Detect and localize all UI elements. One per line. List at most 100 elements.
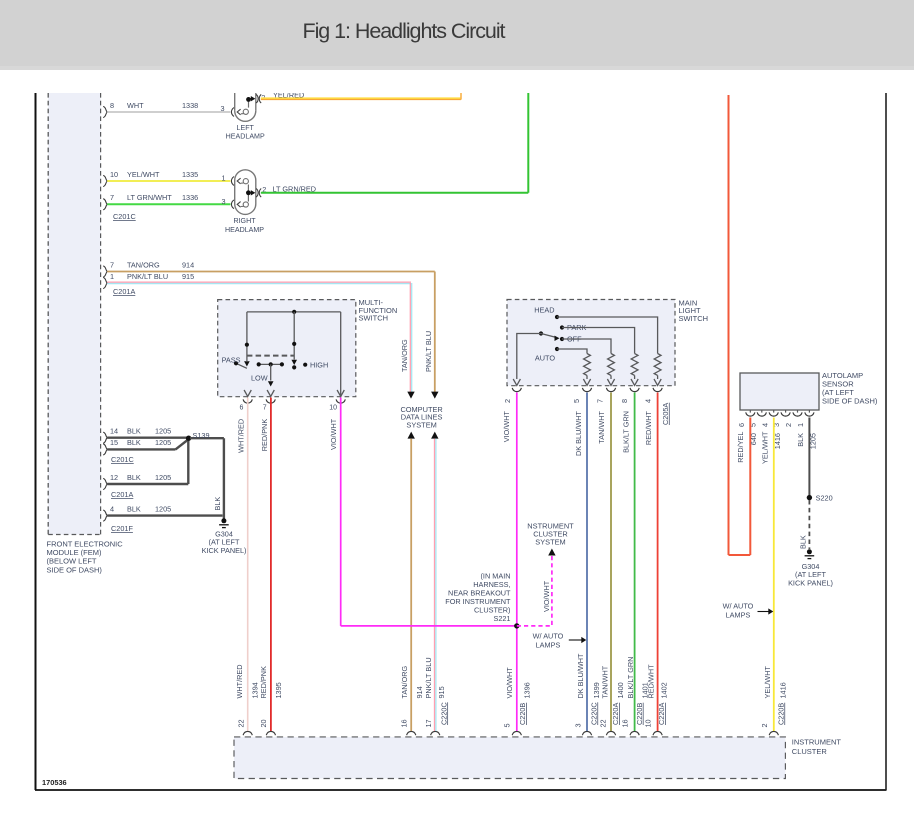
svg-text:1205: 1205 bbox=[155, 427, 171, 436]
svg-text:2: 2 bbox=[503, 399, 512, 403]
svg-text:TAN/WHT: TAN/WHT bbox=[601, 665, 610, 698]
svg-text:SYSTEM: SYSTEM bbox=[406, 421, 436, 430]
svg-text:22: 22 bbox=[237, 719, 246, 727]
svg-text:914: 914 bbox=[415, 686, 424, 698]
svg-text:BLK: BLK bbox=[127, 473, 141, 482]
svg-text:BLK: BLK bbox=[127, 427, 141, 436]
svg-text:HEADLAMP: HEADLAMP bbox=[226, 133, 265, 141]
svg-text:KICK PANEL): KICK PANEL) bbox=[788, 578, 833, 587]
svg-text:1: 1 bbox=[110, 272, 114, 281]
svg-text:C220C: C220C bbox=[589, 702, 598, 725]
svg-text:TAN/ORG: TAN/ORG bbox=[400, 665, 409, 698]
svg-text:BLK/LT GRN: BLK/LT GRN bbox=[621, 411, 630, 453]
svg-text:WHT/RED: WHT/RED bbox=[237, 419, 246, 453]
svg-text:1395: 1395 bbox=[274, 682, 283, 698]
svg-text:SYSTEM: SYSTEM bbox=[535, 538, 565, 547]
svg-text:640: 640 bbox=[749, 433, 758, 445]
svg-text:1338: 1338 bbox=[182, 101, 198, 110]
svg-text:S139: S139 bbox=[193, 431, 210, 440]
svg-text:HEADLAMP: HEADLAMP bbox=[225, 226, 264, 234]
svg-text:170536: 170536 bbox=[42, 778, 67, 787]
svg-text:VIO/WHT: VIO/WHT bbox=[329, 418, 338, 450]
svg-text:BLK: BLK bbox=[127, 504, 141, 513]
svg-text:WHT/RED: WHT/RED bbox=[235, 664, 244, 698]
svg-text:BLK: BLK bbox=[213, 497, 222, 511]
svg-text:DK BLU/WHT: DK BLU/WHT bbox=[574, 410, 583, 456]
svg-text:S221: S221 bbox=[493, 614, 510, 623]
svg-text:C220A: C220A bbox=[657, 703, 666, 725]
svg-text:1400: 1400 bbox=[616, 682, 625, 698]
svg-text:VIO/WHT: VIO/WHT bbox=[505, 667, 514, 699]
svg-text:TAN/ORG: TAN/ORG bbox=[400, 339, 409, 372]
svg-text:C201A: C201A bbox=[113, 287, 135, 296]
svg-text:SWITCH: SWITCH bbox=[359, 314, 389, 323]
svg-text:1205: 1205 bbox=[155, 473, 171, 482]
svg-text:C201F: C201F bbox=[111, 524, 133, 533]
svg-text:1416: 1416 bbox=[779, 682, 788, 698]
svg-text:VIO/WHT: VIO/WHT bbox=[502, 410, 511, 442]
svg-text:4: 4 bbox=[644, 399, 653, 403]
svg-text:914: 914 bbox=[182, 260, 194, 269]
svg-text:LAMPS: LAMPS bbox=[536, 641, 561, 650]
svg-text:5: 5 bbox=[572, 399, 581, 403]
svg-text:SIDE OF DASH): SIDE OF DASH) bbox=[822, 397, 878, 406]
svg-text:1402: 1402 bbox=[660, 682, 669, 698]
svg-text:12: 12 bbox=[110, 473, 118, 482]
svg-text:C220B: C220B bbox=[635, 703, 644, 725]
svg-text:SWITCH: SWITCH bbox=[679, 314, 709, 323]
svg-text:PNK/LT BLU: PNK/LT BLU bbox=[424, 657, 433, 698]
svg-text:14: 14 bbox=[110, 427, 118, 436]
svg-text:PNK/LT BLU: PNK/LT BLU bbox=[424, 331, 433, 372]
svg-text:4: 4 bbox=[760, 423, 769, 427]
svg-text:16: 16 bbox=[621, 719, 630, 727]
svg-text:1: 1 bbox=[221, 174, 225, 183]
svg-text:1: 1 bbox=[796, 423, 805, 427]
svg-text:BLK/LT GRN: BLK/LT GRN bbox=[626, 657, 635, 699]
svg-text:3: 3 bbox=[221, 197, 225, 206]
svg-text:8: 8 bbox=[620, 399, 629, 403]
svg-text:C220A: C220A bbox=[611, 703, 620, 725]
svg-text:20: 20 bbox=[259, 719, 268, 727]
svg-text:CLUSTER: CLUSTER bbox=[792, 747, 828, 756]
svg-text:W/ AUTO: W/ AUTO bbox=[533, 632, 564, 641]
svg-text:C220B: C220B bbox=[518, 703, 527, 725]
svg-text:AUTO: AUTO bbox=[535, 354, 555, 363]
svg-text:3: 3 bbox=[574, 723, 583, 727]
svg-text:1396: 1396 bbox=[523, 682, 532, 698]
svg-text:7: 7 bbox=[595, 399, 604, 403]
svg-text:RED/WHT: RED/WHT bbox=[644, 410, 653, 445]
svg-text:10: 10 bbox=[644, 719, 653, 727]
svg-text:1205: 1205 bbox=[155, 504, 171, 513]
svg-text:YEL/WHT: YEL/WHT bbox=[761, 431, 770, 464]
svg-text:1416: 1416 bbox=[773, 433, 782, 449]
svg-text:BLK: BLK bbox=[799, 535, 808, 549]
svg-text:C201C: C201C bbox=[113, 212, 136, 221]
svg-text:TAN/ORG: TAN/ORG bbox=[127, 260, 160, 269]
svg-text:1205: 1205 bbox=[808, 433, 817, 449]
svg-text:HEAD: HEAD bbox=[534, 306, 554, 315]
svg-text:RED/YEL: RED/YEL bbox=[736, 432, 745, 463]
svg-text:7: 7 bbox=[110, 260, 114, 269]
svg-text:RED/PNK: RED/PNK bbox=[259, 666, 268, 699]
svg-text:W/ AUTO: W/ AUTO bbox=[723, 602, 754, 611]
svg-text:WHT: WHT bbox=[127, 101, 144, 110]
svg-text:TAN/WHT: TAN/WHT bbox=[597, 410, 606, 443]
svg-text:C201C: C201C bbox=[111, 455, 134, 464]
svg-text:915: 915 bbox=[437, 686, 446, 698]
svg-text:KICK PANEL): KICK PANEL) bbox=[202, 546, 247, 555]
svg-text:6: 6 bbox=[737, 423, 746, 427]
svg-text:15: 15 bbox=[110, 438, 118, 447]
svg-text:22: 22 bbox=[598, 719, 607, 727]
svg-text:C220B: C220B bbox=[776, 703, 785, 725]
svg-text:PNK/LT BLU: PNK/LT BLU bbox=[127, 272, 168, 281]
svg-text:LEFT: LEFT bbox=[237, 124, 255, 132]
svg-text:C205A: C205A bbox=[661, 403, 670, 425]
svg-text:16: 16 bbox=[399, 719, 408, 727]
svg-text:C220C: C220C bbox=[439, 702, 448, 725]
svg-text:2: 2 bbox=[784, 423, 793, 427]
svg-text:HIGH: HIGH bbox=[310, 361, 328, 370]
svg-text:1205: 1205 bbox=[155, 438, 171, 447]
svg-text:8: 8 bbox=[110, 101, 114, 110]
svg-text:SIDE OF DASH): SIDE OF DASH) bbox=[47, 565, 103, 574]
svg-text:10: 10 bbox=[110, 170, 118, 179]
